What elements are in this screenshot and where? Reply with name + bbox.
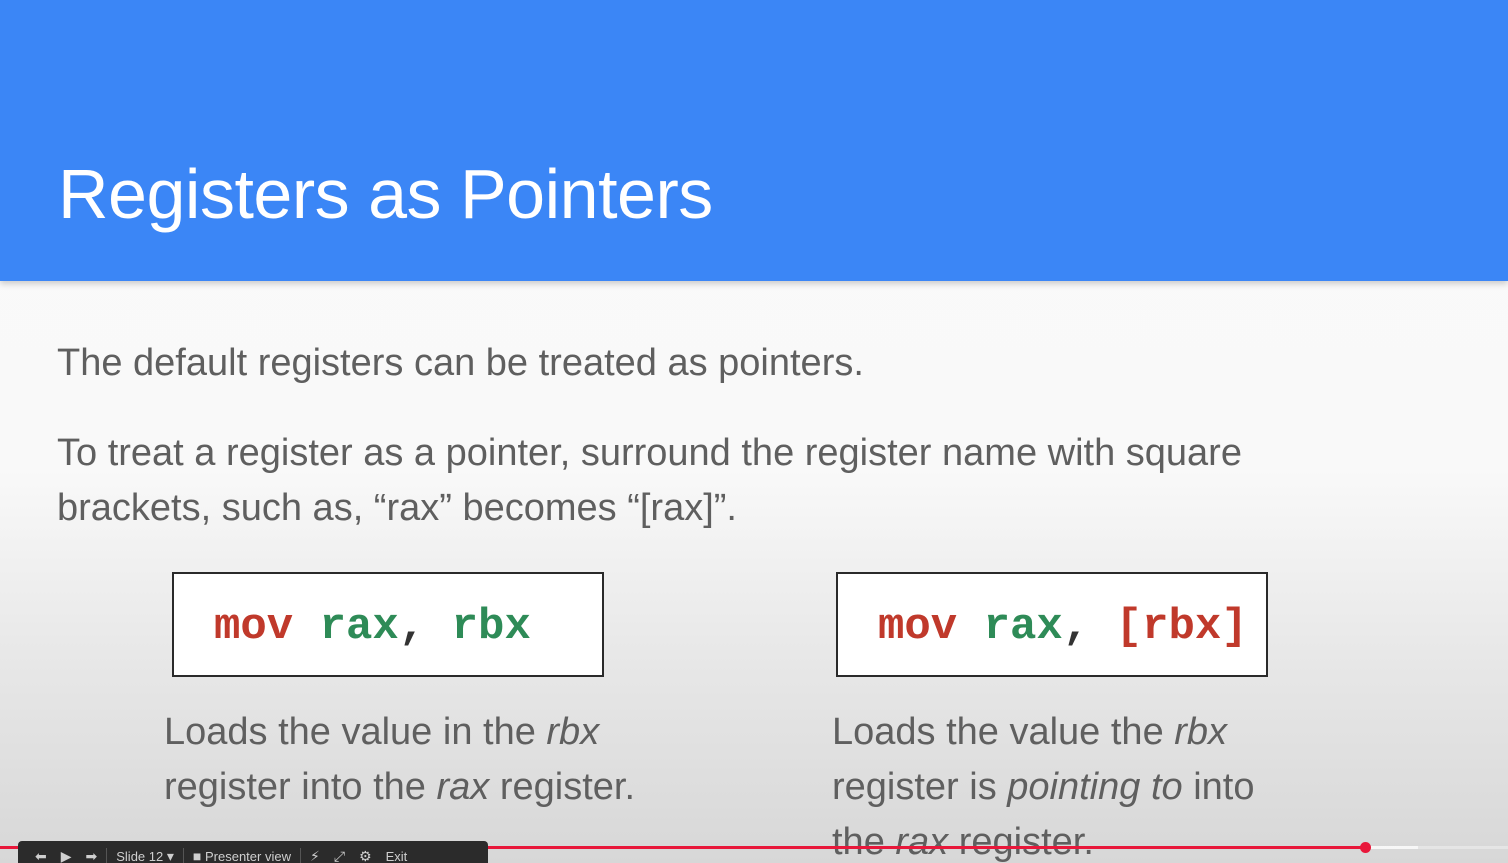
slide-header: Registers as Pointers (0, 0, 1508, 281)
exit-label: Exit (385, 848, 408, 863)
slide: Registers as Pointers The default regist… (0, 0, 1508, 863)
code-dest-register: rax (983, 602, 1063, 652)
code-keyword: mov (878, 602, 958, 652)
code-dest-register: rax (319, 602, 399, 652)
code-box-right: mov rax, [rbx] (836, 572, 1268, 677)
arrow-left-icon: ⬅ (35, 848, 47, 863)
code-right: mov rax, [rbx] (878, 602, 1248, 652)
caption-text: Loads the value the (832, 711, 1175, 753)
caption-emphasis: rbx (1174, 711, 1228, 753)
caption-emphasis: rax (895, 821, 949, 863)
laser-pointer-button[interactable]: ⚡ (303, 845, 327, 863)
code-bracket-open: [ (1115, 602, 1143, 652)
arrow-right-icon: ➡ (85, 848, 98, 863)
previous-slide-button[interactable]: ⬅ (28, 845, 54, 863)
caption-emphasis: rbx (546, 711, 600, 753)
paragraph-intro: The default registers can be treated as … (57, 342, 864, 384)
caption-text: Loads the value in the (164, 711, 547, 753)
slide-selector[interactable]: Slide 12 ▾ (109, 845, 181, 863)
toolbar-divider (299, 848, 301, 863)
caption-emphasis: pointing to (1007, 766, 1183, 808)
presenter-toolbar: ⬅ ▶ ➡ Slide 12 ▾ ■ Presenter view ⚡ ⤢ ⚙ … (18, 841, 488, 863)
laser-pointer-icon: ⚡ (309, 848, 320, 863)
code-src-register: rbx (1142, 602, 1222, 652)
code-bracket-close: ] (1221, 602, 1248, 652)
toolbar-divider (106, 848, 108, 863)
code-box-left: mov rax, rbx (172, 572, 604, 677)
next-slide-button[interactable]: ➡ (79, 845, 105, 863)
caption-left: Loads the value in the rbx register into… (164, 705, 644, 815)
caption-text: register into the (164, 766, 437, 808)
chevron-down-icon: ▾ (166, 848, 174, 863)
caption-text: register. (489, 766, 636, 808)
caption-emphasis: rax (436, 766, 490, 808)
presenter-view-button[interactable]: ■ Presenter view (186, 845, 298, 863)
video-scrubber-handle[interactable] (1360, 842, 1371, 853)
caption-text: register. (948, 821, 1094, 863)
gear-icon: ⚙ (359, 848, 372, 863)
slide-title: Registers as Pointers (58, 155, 713, 233)
slide-number-label: Slide 12 (116, 848, 164, 863)
play-button[interactable]: ▶ (54, 845, 79, 863)
settings-button[interactable]: ⚙ (352, 845, 379, 863)
caption-right: Loads the value the rbx register is poin… (832, 705, 1312, 863)
code-keyword: mov (214, 602, 294, 652)
presenter-icon: ■ (192, 848, 202, 863)
code-comma: , (1062, 602, 1090, 652)
paragraph-brackets: To treat a register as a pointer, surrou… (57, 432, 1242, 529)
presenter-view-label: Presenter view (204, 848, 291, 863)
fullscreen-button[interactable]: ⤢ (327, 845, 352, 863)
code-src-register: rbx (451, 602, 531, 652)
video-buffer-bar (1366, 846, 1418, 849)
play-icon: ▶ (60, 848, 72, 863)
toolbar-divider (182, 848, 184, 863)
code-left: mov rax, rbx (214, 602, 531, 652)
caption-text: register is (832, 766, 1008, 808)
code-comma: , (398, 602, 426, 652)
exit-button[interactable]: Exit (379, 845, 415, 863)
fullscreen-icon: ⤢ (333, 848, 346, 863)
